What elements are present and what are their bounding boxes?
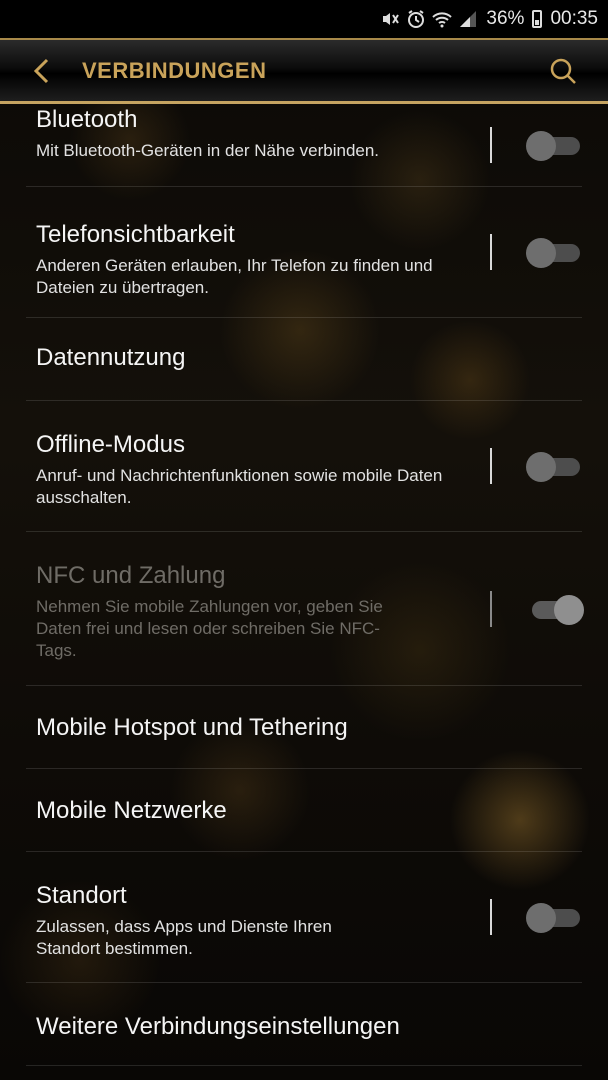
- setting-data-usage[interactable]: Datennutzung: [26, 318, 582, 401]
- setting-title: Mobile Netzwerke: [36, 797, 227, 824]
- setting-subtitle: Zulassen, dass Apps und Dienste Ihren St…: [36, 917, 332, 958]
- mute-icon: [383, 13, 400, 25]
- status-bar: 36% 00:35: [0, 0, 608, 38]
- divider: [490, 448, 492, 484]
- location-toggle[interactable]: [526, 903, 582, 933]
- back-arrow-icon: [33, 58, 49, 83]
- setting-offline-mode[interactable]: Offline-Modus Anruf- und Nachrichtenfunk…: [26, 401, 582, 532]
- setting-title: NFC und Zahlung: [36, 562, 226, 589]
- bluetooth-toggle[interactable]: [526, 131, 582, 161]
- clock: 00:35: [550, 8, 598, 29]
- setting-title: Datennutzung: [36, 344, 186, 371]
- back-button[interactable]: [12, 41, 72, 101]
- status-icons: [380, 9, 478, 29]
- toggle-knob: [526, 238, 556, 268]
- setting-location[interactable]: Standort Zulassen, dass Apps und Dienste…: [26, 852, 582, 983]
- setting-phone-visibility[interactable]: Telefonsichtbarkeit Anderen Geräten erla…: [26, 187, 582, 318]
- search-button[interactable]: [538, 46, 588, 96]
- setting-title: Weitere Verbindungseinstellungen: [36, 1013, 400, 1040]
- setting-more-connections[interactable]: Weitere Verbindungseinstellungen: [26, 983, 582, 1066]
- setting-subtitle: Anruf- und Nachrichtenfunktionen sowie m…: [36, 466, 443, 507]
- toggle-knob: [526, 452, 556, 482]
- setting-subtitle: Mit Bluetooth-Geräten in der Nähe verbin…: [36, 141, 380, 160]
- app-bar: VERBINDUNGEN: [0, 38, 608, 104]
- setting-bluetooth[interactable]: Bluetooth Mit Bluetooth-Geräten in der N…: [26, 104, 582, 187]
- battery-percentage: 36%: [486, 8, 525, 29]
- toggle-knob: [526, 131, 556, 161]
- divider: [490, 234, 492, 270]
- phone-visibility-toggle[interactable]: [526, 238, 582, 268]
- divider: [490, 899, 492, 935]
- divider: [490, 127, 492, 163]
- toggle-knob: [554, 594, 584, 625]
- search-icon: [550, 58, 576, 84]
- page-title: VERBINDUNGEN: [82, 57, 267, 83]
- divider: [490, 590, 492, 627]
- setting-nfc-payment[interactable]: NFC und Zahlung Nehmen Sie mobile Zahlun…: [26, 532, 584, 686]
- setting-mobile-networks[interactable]: Mobile Netzwerke: [26, 769, 582, 852]
- battery-icon: [532, 10, 543, 28]
- wifi-icon: [432, 12, 453, 28]
- setting-title: Mobile Hotspot und Tethering: [36, 714, 348, 741]
- toggle-knob: [526, 903, 556, 933]
- alarm-icon: [408, 10, 425, 28]
- signal-icon: [460, 11, 477, 27]
- setting-subtitle: Anderen Geräten erlauben, Ihr Telefon zu…: [36, 256, 433, 297]
- setting-mobile-hotspot[interactable]: Mobile Hotspot und Tethering: [26, 686, 582, 769]
- setting-subtitle: Nehmen Sie mobile Zahlungen vor, geben S…: [36, 597, 383, 660]
- nfc-toggle[interactable]: [526, 594, 584, 625]
- settings-list: Bluetooth Mit Bluetooth-Geräten in der N…: [0, 104, 608, 1066]
- offline-mode-toggle[interactable]: [526, 452, 582, 482]
